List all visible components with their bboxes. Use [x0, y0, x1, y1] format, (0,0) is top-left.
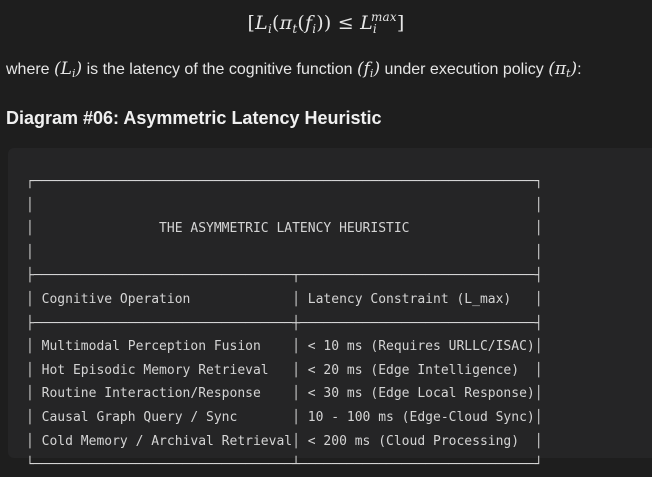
cell-constraint: < 10 ms (Requires URLLC/ISAC): [307, 339, 535, 355]
formula-bracket-close: ]: [396, 12, 405, 34]
column-header-operation: Cognitive Operation: [41, 291, 293, 307]
cell-constraint: 10 - 100 ms (Edge-Cloud Sync): [307, 409, 535, 425]
latency-formula: [Li(πt(fi)) ≤ Limax]: [247, 10, 405, 36]
cell-operation: Routine Interaction/Response: [41, 386, 293, 402]
formula-bracket-open: [: [247, 12, 256, 34]
diagram-border-top: ┌───────────────────────────────────────…: [26, 174, 543, 189]
cell-constraint: < 200 ms (Cloud Processing): [307, 433, 535, 449]
table-row: │ Routine Interaction/Response │ < 30 ms…: [26, 386, 543, 402]
diagram-divider: ├─────────────────────────────────┬─────…: [26, 268, 543, 284]
formula-leq: ≤: [337, 12, 354, 34]
cell-operation: Cold Memory / Archival Retrieval: [41, 433, 293, 449]
table-row: │ Causal Graph Query / Sync │ 10 - 100 m…: [26, 409, 543, 425]
diagram-border-bottom: └─────────────────────────────────┴─────…: [26, 457, 543, 473]
ascii-diagram: ┌───────────────────────────────────────…: [26, 170, 543, 477]
cell-operation: Hot Episodic Memory Retrieval: [41, 362, 293, 378]
table-row: │ Multimodal Perception Fusion │ < 10 ms…: [26, 339, 543, 355]
cell-constraint: < 20 ms (Edge Intelligence): [307, 362, 535, 378]
diagram-title: THE ASYMMETRIC LATENCY HEURISTIC: [33, 221, 535, 237]
diagram-title-row: │ THE ASYMMETRIC LATENCY HEURISTIC │: [26, 221, 543, 237]
cell-operation: Multimodal Perception Fusion: [41, 339, 293, 355]
diagram-divider: ├─────────────────────────────────┼─────…: [26, 315, 543, 331]
cell-constraint: < 30 ms (Edge Local Response): [307, 386, 535, 402]
diagram-heading: Diagram #06: Asymmetric Latency Heuristi…: [6, 108, 382, 128]
diagram-blank: │ │: [26, 197, 543, 213]
column-header-constraint: Latency Constraint (L_max): [307, 291, 535, 307]
diagram-blank: │ │: [26, 244, 543, 260]
formula-description: where (Li) is the latency of the cogniti…: [6, 59, 582, 80]
table-row: │ Cold Memory / Archival Retrieval│ < 20…: [26, 433, 543, 449]
cell-operation: Causal Graph Query / Sync: [41, 409, 293, 425]
table-row: │ Hot Episodic Memory Retrieval │ < 20 m…: [26, 362, 543, 378]
diagram-header-row: │ Cognitive Operation │ Latency Constrai…: [26, 291, 543, 307]
